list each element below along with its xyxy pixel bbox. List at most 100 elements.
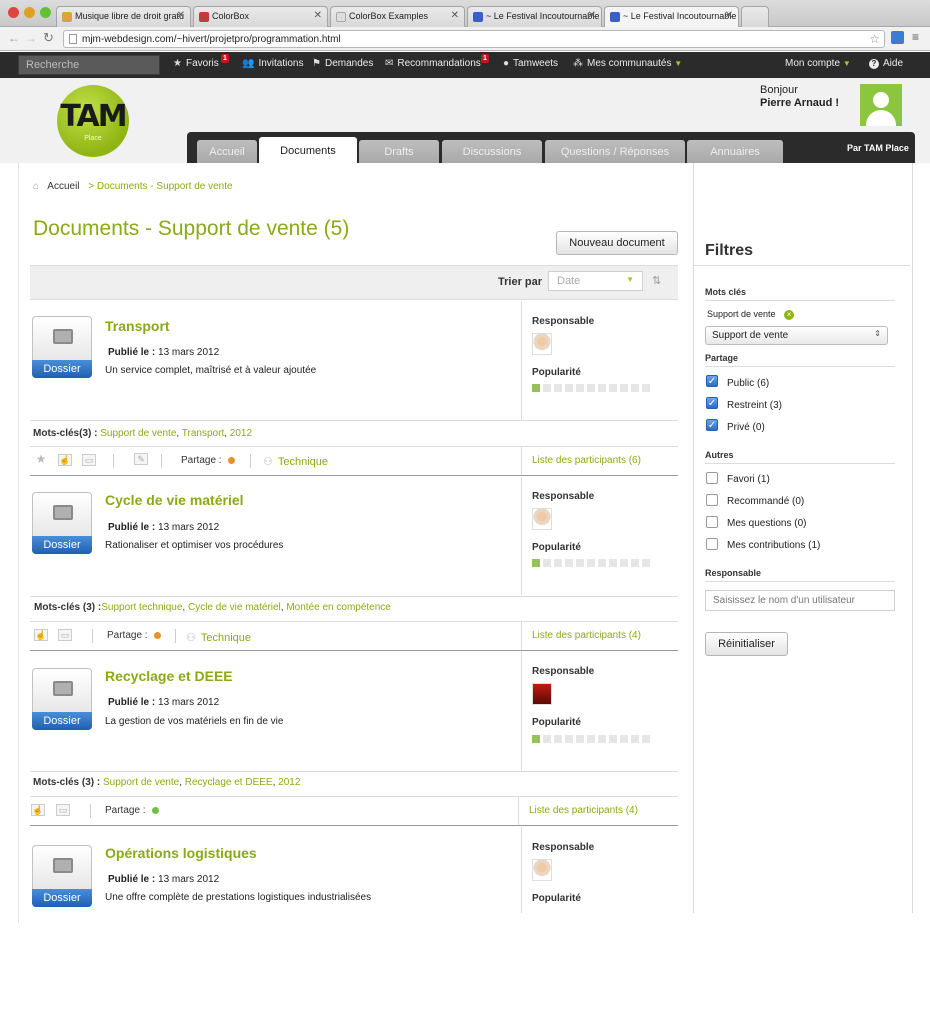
reset-button[interactable]: Réinitialiser — [705, 632, 788, 656]
close-tab-icon[interactable]: ✕ — [314, 10, 322, 21]
responsable-search-input[interactable]: Saisissez le nom d'un utilisateur — [705, 590, 895, 611]
browser-tab[interactable]: ColorBox ✕ — [193, 6, 328, 27]
divider — [518, 796, 519, 826]
nav-tamweets[interactable]: ● Tamweets — [503, 58, 558, 69]
close-tab-icon[interactable]: ✕ — [725, 10, 733, 21]
nav-favoris[interactable]: ★ Favoris 1 — [173, 54, 229, 69]
keyword-link[interactable]: 2012 — [230, 428, 252, 439]
breadcrumb-current[interactable]: > Documents - Support de vente — [88, 181, 232, 192]
responsable-avatar[interactable] — [532, 508, 552, 530]
nav-recommandations[interactable]: ✉ Recommandations 1 — [385, 54, 489, 69]
restreint-checkbox[interactable]: ✓ — [706, 397, 718, 409]
comment-icon[interactable]: ▭ — [56, 804, 70, 816]
close-window-button[interactable] — [8, 7, 19, 18]
search-input[interactable]: Recherche — [18, 55, 160, 75]
nav-mes-communautes[interactable]: ⁂ Mes communautés ▼ — [573, 58, 682, 69]
partage-status-icon — [227, 456, 235, 464]
like-icon[interactable]: ☝ — [31, 804, 45, 816]
avatar[interactable] — [860, 84, 902, 126]
responsable-avatar[interactable] — [532, 333, 552, 355]
browser-tab[interactable]: ColorBox Examples ✕ — [330, 6, 465, 27]
browser-tab-active[interactable]: ~ Le Festival Incoutournable ✕ — [604, 6, 739, 27]
document-title[interactable]: Recyclage et DEEE — [105, 668, 233, 684]
browser-tab[interactable]: ~ Le Festival Incoutournable ✕ — [467, 6, 602, 27]
keyword-link[interactable]: Support technique — [101, 602, 182, 613]
popularity-square — [576, 384, 584, 392]
new-document-button[interactable]: Nouveau document — [556, 231, 678, 255]
document-title[interactable]: Cycle de vie matériel — [105, 492, 244, 508]
divider — [30, 825, 678, 826]
comment-icon[interactable]: ▭ — [58, 629, 72, 641]
participants-link[interactable]: Liste des participants (6) — [532, 455, 641, 466]
tam-place-logo[interactable]: TAM Place — [57, 85, 129, 157]
nav-aide[interactable]: ? Aide — [869, 58, 903, 69]
public-checkbox[interactable]: ✓ — [706, 375, 718, 387]
keyword-link[interactable]: Recyclage et DEEE — [185, 777, 273, 788]
comment-icon[interactable]: ▭ — [82, 454, 96, 466]
favori-checkbox[interactable] — [706, 472, 718, 484]
zoom-window-button[interactable] — [40, 7, 51, 18]
keyword-link[interactable]: Transport — [182, 428, 224, 439]
document-title[interactable]: Transport — [105, 318, 170, 334]
edit-icon[interactable]: ✎ — [134, 453, 148, 465]
user-name[interactable]: Pierre Arnaud ! — [760, 97, 839, 110]
like-icon[interactable]: ☝ — [34, 629, 48, 641]
participants-link[interactable]: Liste des participants (4) — [532, 630, 641, 641]
close-tab-icon[interactable]: ✕ — [588, 10, 596, 21]
keyword-link[interactable]: 2012 — [278, 777, 300, 788]
back-arrow-icon[interactable]: ← — [8, 31, 20, 45]
new-tab-button[interactable] — [741, 6, 769, 27]
close-tab-icon[interactable]: ✕ — [177, 10, 185, 21]
keyword-select[interactable]: Support de vente ⇕ — [705, 326, 888, 345]
remove-keyword-icon[interactable]: × — [784, 310, 795, 320]
nav-mon-compte[interactable]: Mon compte ▼ — [785, 58, 851, 69]
nav-invitations[interactable]: 👥 Invitations — [242, 58, 303, 69]
bookmark-star-icon[interactable]: ☆ — [869, 32, 880, 46]
user-greeting: Bonjour Pierre Arnaud ! — [760, 84, 839, 110]
sort-select[interactable]: Date ▼ — [548, 271, 643, 291]
tab-drafts[interactable]: Drafts — [359, 140, 439, 163]
folder-icon[interactable]: Dossier — [32, 668, 92, 730]
mes-questions-checkbox[interactable] — [706, 516, 718, 528]
keyword-link[interactable]: Support de vente — [100, 777, 179, 788]
address-bar[interactable]: mjm-webdesign.com/~hivert/projetpro/prog… — [63, 30, 885, 48]
folder-icon[interactable]: Dossier — [32, 316, 92, 378]
responsable-avatar[interactable] — [532, 859, 552, 881]
participants-link[interactable]: Liste des participants (4) — [529, 805, 638, 816]
category[interactable]: ⚇ Technique — [263, 455, 328, 468]
tab-documents[interactable]: Documents — [259, 137, 357, 163]
tab-discussions[interactable]: Discussions — [442, 140, 542, 163]
star-icon[interactable]: ★ — [34, 453, 48, 466]
extension-icon[interactable] — [891, 31, 904, 44]
folder-icon[interactable]: Dossier — [32, 845, 92, 907]
tab-annuaires[interactable]: Annuaires — [687, 140, 783, 163]
home-icon[interactable]: ⌂ — [33, 181, 39, 192]
keyword-link[interactable]: Support de vente — [97, 428, 176, 439]
keyword-link[interactable]: Montée en compétence — [286, 602, 391, 613]
like-icon[interactable]: ☝ — [58, 454, 72, 466]
mes-contributions-checkbox[interactable] — [706, 538, 718, 550]
nav-demandes[interactable]: ⚑ Demandes — [312, 58, 373, 69]
forward-arrow-icon[interactable]: → — [25, 31, 37, 45]
prive-checkbox[interactable]: ✓ — [706, 419, 718, 431]
keyword-link[interactable]: Cycle de vie matériel — [188, 602, 281, 613]
folder-label: Dossier — [32, 889, 92, 907]
menu-icon[interactable]: ≡ — [912, 30, 919, 44]
responsable-label: Responsable — [532, 666, 595, 677]
sort-direction-icon[interactable]: ⇅ — [652, 274, 661, 287]
responsable-avatar[interactable] — [532, 683, 552, 705]
category[interactable]: ⚇ Technique — [186, 631, 251, 644]
tab-questions-reponses[interactable]: Questions / Réponses — [545, 140, 685, 163]
breadcrumb-home[interactable]: Accueil — [47, 181, 79, 192]
tab-accueil[interactable]: Accueil — [197, 140, 257, 163]
minimize-window-button[interactable] — [24, 7, 35, 18]
reload-icon[interactable]: ↻ — [43, 30, 54, 46]
avatar-head-shape — [873, 92, 889, 108]
restreint-option-label: Restreint (3) — [727, 400, 783, 411]
browser-tab[interactable]: Musique libre de droit gratu ✕ — [56, 6, 191, 27]
divider — [705, 581, 895, 582]
recommande-checkbox[interactable] — [706, 494, 718, 506]
folder-icon[interactable]: Dossier — [32, 492, 92, 554]
close-tab-icon[interactable]: ✕ — [451, 10, 459, 21]
document-title[interactable]: Opérations logistiques — [105, 845, 257, 861]
